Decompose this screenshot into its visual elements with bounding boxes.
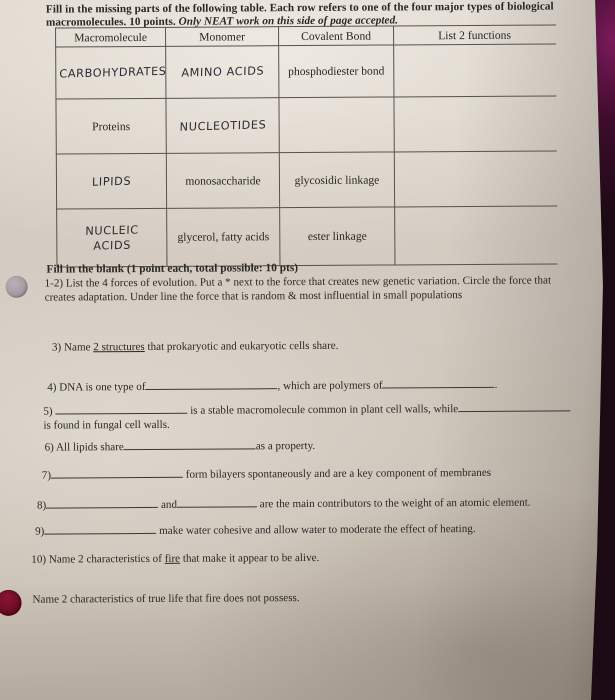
question-9: 9) make water cohesive and allow water t… — [35, 522, 585, 539]
question-5: 5) is a stable macromolecule common in p… — [43, 402, 588, 433]
question-8-part-1: and — [160, 498, 178, 511]
handwritten-carbohydrates: CARBOHYDRATES — [59, 64, 167, 81]
question-7: 7) form bilayers spontaneously and are a… — [42, 466, 587, 483]
table-row: CARBOHYDRATES AMINO ACIDS phosphodiester… — [55, 43, 556, 100]
question-10-pre: Name 2 characteristics of — [48, 552, 165, 566]
question-10-number: 10) — [31, 553, 47, 566]
question-1-2: 1-2) List the 4 forces of evolution. Put… — [45, 274, 575, 304]
question-11-text: Name 2 characteristics of true life that… — [32, 592, 300, 606]
question-4-part-1: DNA is one type of — [59, 380, 146, 394]
question-3-number: 3) — [51, 341, 62, 354]
hole-punch-mark-bottom — [0, 589, 22, 616]
question-9-part-1: make water cohesive and allow water to m… — [159, 522, 476, 537]
hole-punch-mark-top — [5, 275, 28, 298]
table-row: Proteins NUCLEOTIDES — [55, 95, 557, 155]
question-5-number: 5) — [43, 405, 53, 418]
question-10-underlined: fire — [164, 552, 181, 565]
question-8-number: 8) — [36, 499, 47, 512]
question-4-part-2: , which are polymers of — [277, 379, 383, 393]
question-6-blank-1[interactable] — [123, 448, 256, 451]
cell-covalent-bond-row3: glycosidic linkage — [279, 151, 395, 208]
question-6-part-1: All lipids share — [55, 441, 124, 454]
cell-covalent-bond-row2 — [278, 96, 395, 153]
question-11: Name 2 characteristics of true life that… — [32, 590, 582, 607]
cell-monomer-row4: glycerol, fatty acids — [166, 207, 280, 267]
question-5-blank-2[interactable] — [458, 410, 571, 413]
question-8-blank-2[interactable] — [177, 506, 258, 508]
question-8-part-2: are the main contributors to the weight … — [259, 496, 531, 511]
handwritten-nucleotides: NUCLEOTIDES — [179, 117, 267, 134]
table-header-monomer: Monomer — [165, 26, 279, 47]
cell-macromolecule-row2: Proteins — [55, 98, 167, 155]
question-1-2-number: 1-2) — [44, 277, 64, 290]
cell-monomer-row2: NUCLEOTIDES — [165, 97, 280, 154]
cell-macromolecule-row1: CARBOHYDRATES — [55, 46, 167, 100]
question-4-blank-1[interactable] — [145, 388, 278, 390]
question-9-number: 9) — [35, 525, 45, 538]
question-4-blank-2[interactable] — [382, 386, 495, 389]
question-10: 10) Name 2 characteristics of fire that … — [31, 550, 581, 567]
table-header-macromolecule: Macromolecule — [55, 27, 166, 48]
handwritten-lipids: LIPIDS — [91, 174, 132, 189]
question-3-underlined: 2 structures — [93, 340, 145, 354]
table-row: NUCLEIC ACIDS glycerol, fatty acids este… — [56, 205, 557, 268]
document-content: Fill in the missing parts of the followi… — [0, 0, 615, 700]
table-row: LIPIDS monosaccharide glycosidic linkage — [56, 150, 557, 210]
handwritten-acids: ACIDS — [92, 238, 131, 253]
cell-monomer-row1: AMINO ACIDS — [165, 45, 279, 99]
cell-covalent-bond-row1: phosphodiester bond — [278, 44, 394, 98]
cell-functions-row2 — [393, 95, 557, 152]
question-3-pre: Name — [63, 341, 94, 354]
question-3: 3) Name 2 structures that prokaryotic an… — [52, 338, 582, 355]
cell-functions-row3 — [394, 150, 557, 207]
question-4: 4) DNA is one type of , which are polymer… — [47, 378, 587, 395]
question-6-number: 6) — [44, 441, 54, 454]
handwritten-amino-acids: AMINO ACIDS — [180, 64, 264, 80]
question-4-number: 4) — [47, 381, 57, 394]
question-1-2-text: List the 4 forces of evolution. Put a * … — [44, 274, 552, 304]
cell-monomer-row3: monosaccharide — [166, 152, 280, 209]
table-header-covalent-bond: Covalent Bond — [278, 25, 394, 46]
question-7-blank-1[interactable] — [51, 476, 184, 479]
question-4-part-3: . — [494, 378, 498, 391]
handwritten-nucleic: NUCLEIC — [84, 222, 139, 238]
question-8: 8) and are the main contributors to the … — [37, 496, 587, 513]
cell-functions-row4 — [394, 205, 557, 265]
cell-macromolecule-row3: LIPIDS — [56, 153, 167, 210]
table-body: CARBOHYDRATES AMINO ACIDS phosphodiester… — [55, 43, 557, 268]
instructions-line-1: Fill in the missing parts of the followi… — [45, 0, 554, 16]
cell-functions-row1 — [393, 43, 556, 97]
question-5-blank-1[interactable] — [55, 412, 188, 415]
question-5-part-1: is a stable macromolecule common in plan… — [190, 403, 459, 417]
question-7-number: 7) — [41, 469, 52, 482]
macromolecule-table-wrapper: Macromolecule Monomer Covalent Bond List… — [55, 24, 557, 268]
question-6: 6) All lipids share as a property. — [45, 438, 585, 455]
cell-macromolecule-row4: NUCLEIC ACIDS — [56, 208, 167, 268]
question-8-blank-1[interactable] — [46, 506, 159, 509]
table-header-functions: List 2 functions — [393, 24, 556, 45]
cell-covalent-bond-row4: ester linkage — [279, 206, 395, 266]
question-9-blank-1[interactable] — [44, 532, 157, 535]
question-5-part-2: is found in fungal cell walls. — [43, 418, 170, 432]
question-7-part-1: form bilayers spontaneously and are a ke… — [185, 466, 492, 481]
macromolecule-table: Macromolecule Monomer Covalent Bond List… — [55, 24, 557, 268]
question-10-post: that make it appear to be alive. — [180, 551, 320, 565]
question-6-part-2: as a property. — [255, 439, 316, 453]
question-3-post: that prokaryotic and eukaryotic cells sh… — [144, 339, 339, 353]
